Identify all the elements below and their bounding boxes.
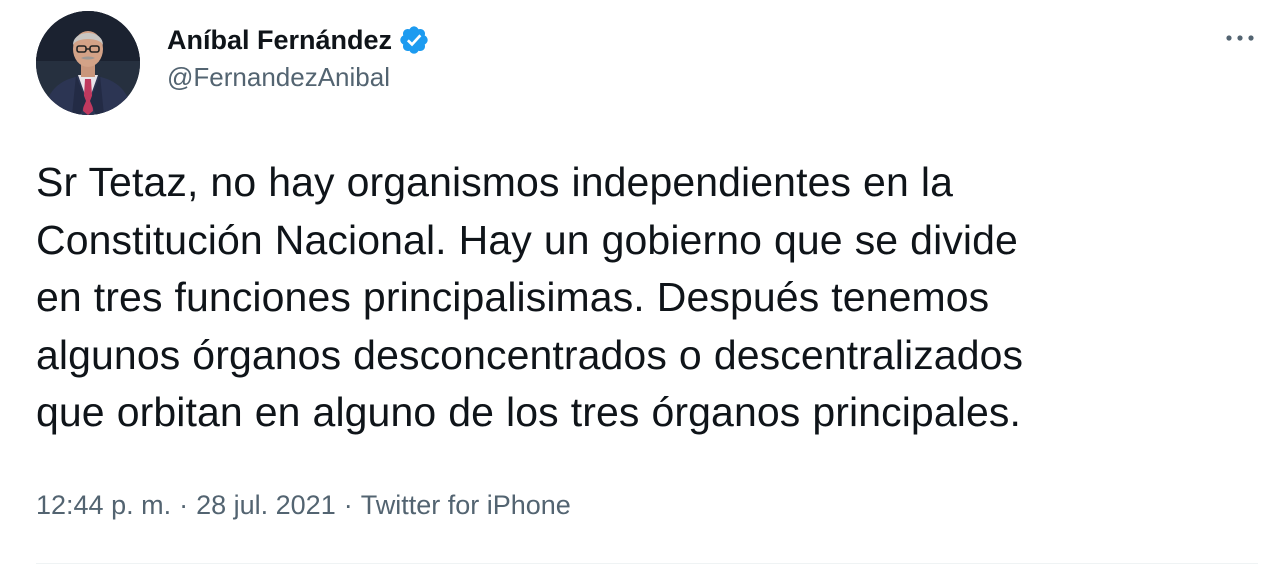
author-name-row: Aníbal Fernández bbox=[167, 20, 430, 60]
metadata-separator: · bbox=[179, 490, 189, 520]
author-handle[interactable]: @FernandezAnibal bbox=[167, 62, 430, 93]
metadata-separator: · bbox=[343, 490, 353, 520]
tweet: Aníbal Fernández @FernandezAnibal Sr Tet… bbox=[0, 0, 1280, 568]
author-block: Aníbal Fernández @FernandezAnibal bbox=[167, 20, 430, 93]
tweet-timestamp[interactable]: 12:44 p. m. bbox=[36, 490, 171, 521]
author-display-name[interactable]: Aníbal Fernández bbox=[167, 25, 392, 56]
verified-badge-icon bbox=[398, 24, 430, 56]
tweet-date[interactable]: 28 jul. 2021 bbox=[196, 490, 336, 521]
more-options-button[interactable] bbox=[1218, 20, 1262, 56]
author-avatar[interactable] bbox=[36, 11, 140, 115]
tweet-text-line: Constitución Nacional. Hay un gobierno q… bbox=[36, 216, 1018, 263]
profile-photo bbox=[36, 11, 140, 115]
tweet-source[interactable]: Twitter for iPhone bbox=[361, 490, 571, 521]
divider bbox=[36, 563, 1258, 564]
more-options-icon bbox=[1225, 29, 1255, 47]
tweet-text-line: algunos órganos desconcentrados o descen… bbox=[36, 331, 1024, 378]
tweet-text-line: que orbitan en alguno de los tres órgano… bbox=[36, 389, 1021, 435]
tweet-text-line: Sr Tetaz, no hay organismos independient… bbox=[36, 159, 953, 205]
tweet-text: Sr Tetaz, no hay organismos independient… bbox=[36, 154, 1251, 442]
tweet-metadata: 12:44 p. m. · 28 jul. 2021 · Twitter for… bbox=[36, 490, 571, 521]
tweet-text-line: en tres funciones principalisimas. Despu… bbox=[36, 274, 990, 320]
